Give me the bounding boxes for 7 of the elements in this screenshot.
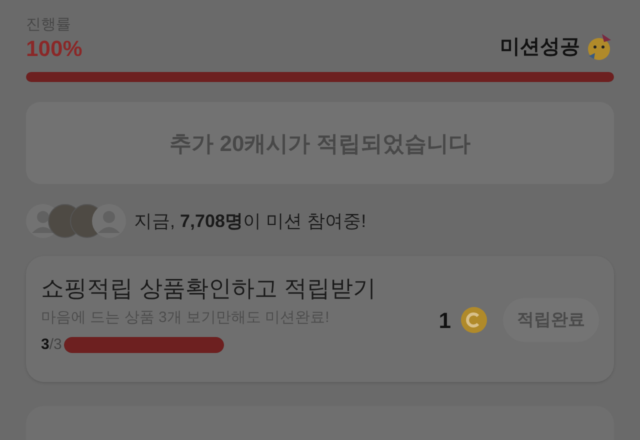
mission-title: 쇼핑적립 상품확인하고 적립받기: [41, 274, 376, 303]
participants-text: 지금, 7,708명이 미션 참여중!: [134, 210, 366, 233]
reward-amount: 1: [438, 306, 451, 335]
mission-status: 미션성공: [500, 35, 580, 60]
progress-percent: 100%: [26, 34, 82, 62]
coin-icon: [461, 307, 487, 334]
avatar-silhouette-icon: [92, 204, 126, 238]
